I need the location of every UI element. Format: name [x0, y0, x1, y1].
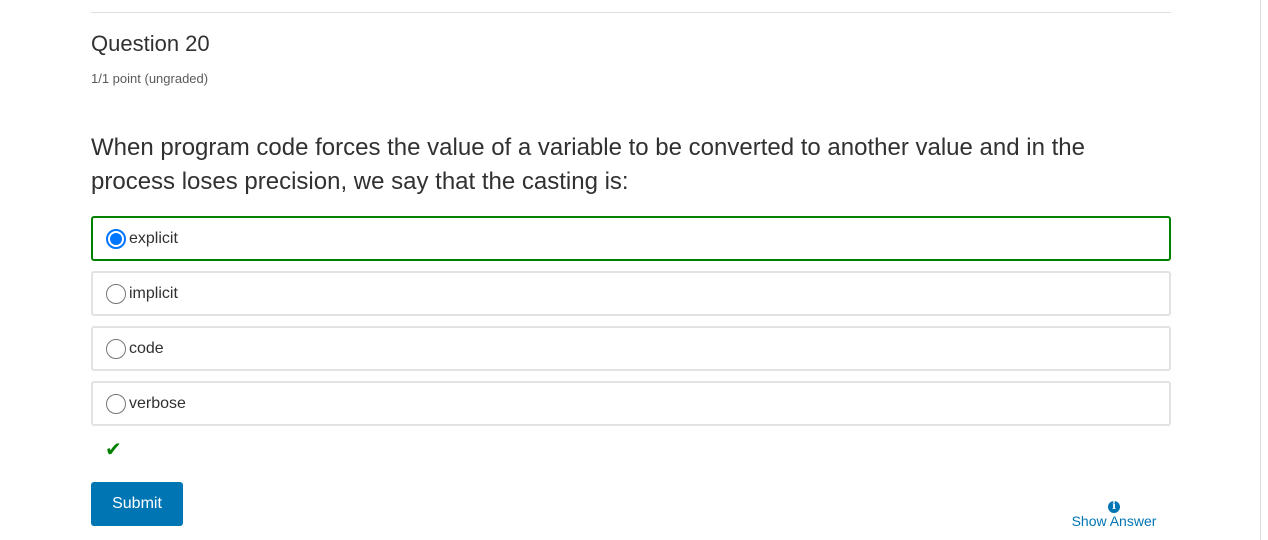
radio-button[interactable]: [106, 228, 126, 249]
checkmark-icon: ✔: [105, 439, 122, 461]
radio-button[interactable]: [106, 283, 126, 304]
option-label: verbose: [129, 394, 186, 412]
show-answer-button[interactable]: i Show Answer: [1062, 496, 1166, 529]
submit-button[interactable]: Submit: [91, 482, 183, 526]
question-title: Question 20: [91, 31, 210, 56]
option-label: explicit: [129, 229, 178, 247]
option-label: code: [129, 339, 164, 357]
question-prompt: When program code forces the value of a …: [91, 134, 1085, 195]
radio-button[interactable]: [106, 393, 126, 414]
points-label: 1/1 point (ungraded): [91, 71, 209, 86]
option-label: implicit: [129, 284, 178, 302]
option-code[interactable]: code: [91, 326, 1171, 371]
divider: [91, 12, 1171, 13]
show-answer-label: Show Answer: [1071, 513, 1157, 529]
option-verbose[interactable]: verbose: [91, 381, 1171, 426]
scrollbar[interactable]: [1260, 0, 1268, 540]
option-explicit[interactable]: explicit: [91, 216, 1171, 261]
info-icon: i: [1108, 501, 1120, 513]
radio-button[interactable]: [106, 338, 126, 359]
option-implicit[interactable]: implicit: [91, 271, 1171, 316]
